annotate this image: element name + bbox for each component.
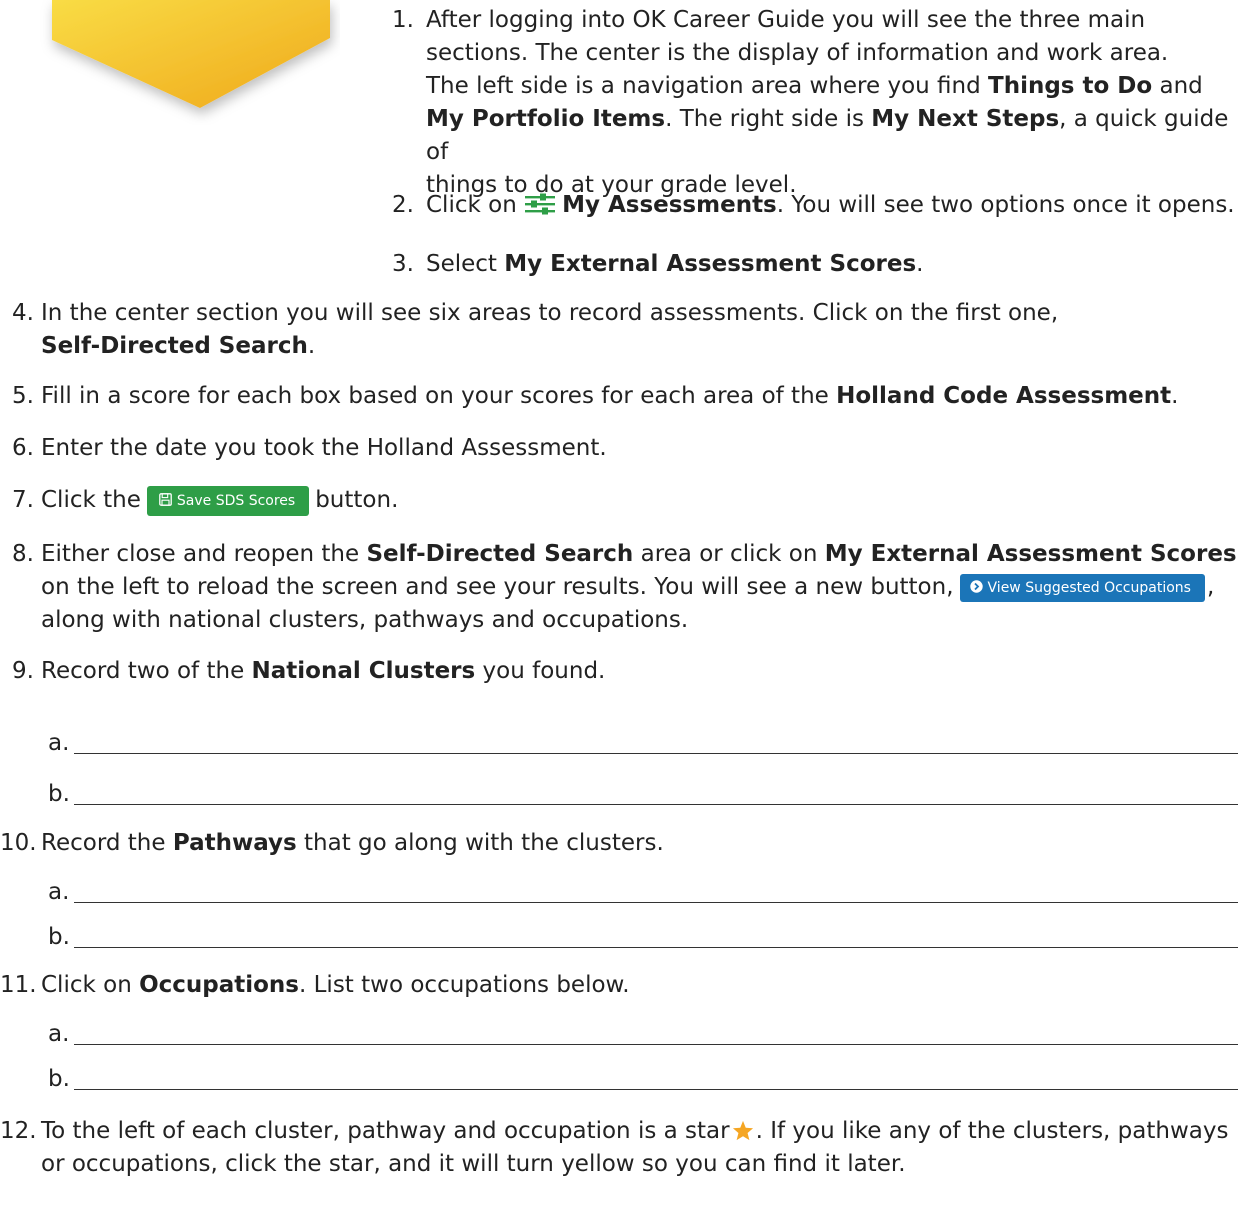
answer-label: b. [48, 924, 70, 950]
my-assessments-term: My Assessments [562, 192, 777, 218]
answer-label: a. [48, 879, 70, 905]
self-directed-search-term: Self-Directed Search [41, 333, 308, 359]
sliders-icon [525, 193, 556, 215]
step-11: 11. Click on Occupations. List two occup… [0, 969, 1255, 1002]
my-external-assessment-scores-term: My External Assessment Scores [504, 251, 917, 277]
star-icon [732, 1120, 753, 1141]
step-number: 12. [0, 1118, 37, 1144]
occupations-term: Occupations [139, 972, 299, 998]
answer-line-9b[interactable]: b. [48, 778, 1238, 811]
answer-label: a. [48, 730, 70, 756]
step-2: 2. Click on My Assessments. You will see… [383, 189, 1253, 222]
circle-arrow-right-icon [969, 580, 983, 593]
step-number: 9. [12, 658, 34, 684]
save-sds-scores-button[interactable]: Save SDS Scores [146, 486, 310, 516]
step-1-line-1: After logging into OK Career Guide you w… [426, 7, 1146, 33]
blank-rule [74, 947, 1238, 948]
floppy-disk-icon [159, 493, 172, 506]
step-8-line-1: Either close and reopen the Self-Directe… [41, 541, 1237, 567]
answer-line-10b[interactable]: b. [48, 921, 1238, 954]
answer-line-10a[interactable]: a. [48, 876, 1238, 909]
step-number: 4. [12, 300, 34, 326]
my-next-steps-term: My Next Steps [871, 106, 1060, 132]
step-number: 5. [12, 383, 34, 409]
view-suggested-occupations-button[interactable]: View Suggested Occupations [959, 574, 1205, 602]
answer-label: b. [48, 1066, 70, 1092]
step-8: 8. Either close and reopen the Self-Dire… [0, 538, 1255, 638]
save-sds-scores-label: Save SDS Scores [176, 493, 296, 509]
step-number: 1. [392, 7, 414, 33]
pathways-term: Pathways [172, 830, 297, 856]
answer-label: a. [48, 1021, 70, 1047]
step-1-line-2: sections. The center is the display of i… [426, 40, 1169, 66]
step-6: 6. Enter the date you took the Holland A… [0, 432, 1255, 465]
step-4-line-2: Self-Directed Search. [41, 333, 316, 359]
blank-rule [74, 1044, 1238, 1045]
step-4-line-1: In the center section you will see six a… [41, 300, 1059, 326]
view-suggested-occupations-label: View Suggested Occupations [987, 580, 1191, 596]
step-number: 10. [0, 830, 37, 856]
step-12-line-2: or occupations, click the star, and it w… [41, 1151, 906, 1177]
answer-label: b. [48, 781, 70, 807]
answer-line-11a[interactable]: a. [48, 1018, 1238, 1051]
step-10: 10. Record the Pathways that go along wi… [0, 827, 1255, 860]
step-8-line-2: on the left to reload the screen and see… [41, 574, 1215, 602]
step-number: 8. [12, 541, 34, 567]
step-1-line-4: My Portfolio Items. The right side is My… [426, 106, 1229, 165]
step-9: 9. Record two of the National Clusters y… [0, 655, 1255, 688]
my-external-assessment-scores-term: My External Assessment Scores [824, 541, 1237, 567]
blank-rule [74, 902, 1238, 903]
holland-code-assessment-term: Holland Code Assessment [836, 383, 1172, 409]
step-number: 7. [12, 487, 34, 513]
step-3: 3. Select My External Assessment Scores. [383, 248, 1243, 281]
step-number: 3. [392, 251, 414, 277]
blank-rule [74, 804, 1238, 805]
my-portfolio-items-term: My Portfolio Items [426, 106, 666, 132]
step-1: 1. After logging into OK Career Guide yo… [383, 4, 1243, 198]
step-12: 12. To the left of each cluster, pathway… [0, 1115, 1255, 1181]
step-12-line-1: To the left of each cluster, pathway and… [41, 1118, 1229, 1144]
step-6-text: Enter the date you took the Holland Asse… [41, 435, 607, 461]
self-directed-search-term: Self-Directed Search [366, 541, 634, 567]
answer-line-9a[interactable]: a. [48, 727, 1238, 760]
answer-line-11b[interactable]: b. [48, 1063, 1238, 1096]
national-clusters-term: National Clusters [251, 658, 476, 684]
yellow-corner-graphic [52, 0, 330, 108]
blank-rule [74, 753, 1238, 754]
step-7: 7. Click the Save SDS Scores button. [0, 484, 1255, 520]
step-number: 6. [12, 435, 34, 461]
step-8-line-3: along with national clusters, pathways a… [41, 607, 689, 633]
step-number: 11. [0, 972, 37, 998]
step-4: 4. In the center section you will see si… [0, 297, 1255, 363]
step-1-line-3: The left side is a navigation area where… [426, 73, 1203, 99]
step-number: 2. [392, 192, 414, 218]
step-5: 5. Fill in a score for each box based on… [0, 380, 1255, 413]
blank-rule [74, 1089, 1238, 1090]
things-to-do-term: Things to Do [988, 73, 1153, 99]
